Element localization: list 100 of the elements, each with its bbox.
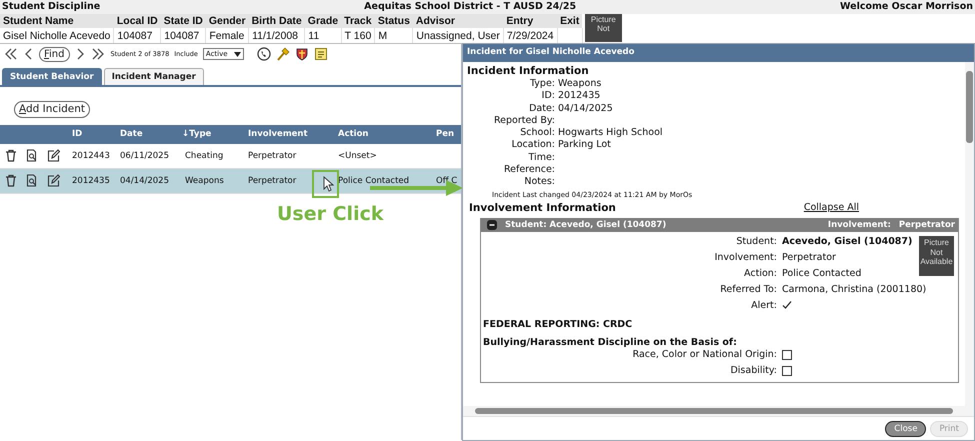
field-label: Student: — [736, 236, 777, 248]
add-incident-button[interactable]: Add Incident — [14, 100, 90, 118]
involvement-label: Involvement: — [828, 220, 891, 230]
field-label: Reference: — [504, 164, 555, 176]
table-cell: Gisel Nicholle Acevedo — [0, 28, 114, 43]
table-cell: 11 — [304, 28, 342, 43]
first-icon[interactable] — [3, 47, 19, 61]
column-header: Entry — [503, 14, 558, 28]
checkbox[interactable] — [782, 366, 792, 376]
field-label: Location: — [512, 139, 555, 150]
table-cell: 104087 — [114, 28, 161, 43]
field-label: Involvement: — [714, 252, 777, 264]
field-label: School: — [520, 127, 555, 138]
federal-heading: FEDERAL REPORTING: CRDC — [482, 318, 634, 332]
collapse-icon[interactable] — [487, 220, 497, 230]
field-value: Perpetrator — [782, 252, 836, 264]
basis-heading: Bullying/Harassment Discipline on the Basis of: — [482, 336, 738, 350]
section-heading: Involvement Information — [469, 202, 616, 214]
column-header: Track — [341, 14, 375, 28]
table-cell: <Unset> — [338, 150, 377, 160]
table-cell: Perpetrator — [248, 150, 296, 160]
view-icon[interactable] — [26, 174, 38, 187]
field-label: Type: — [530, 78, 555, 89]
field-label: Alert: — [751, 300, 777, 314]
column-header: State ID — [160, 14, 206, 28]
table-cell: Female — [206, 28, 249, 43]
annotation-label: User Click — [277, 203, 384, 225]
caret-icon — [234, 52, 241, 56]
emblem-icon[interactable] — [294, 47, 309, 61]
column-header: Gender — [206, 14, 249, 28]
highlight-box — [312, 170, 339, 198]
column-header: Pen — [436, 129, 454, 139]
involvement-student: Student: Acevedo, Gisel (104087) — [505, 220, 666, 230]
placeholder-text: Picture Not — [590, 15, 617, 34]
field-value: Acevedo, Gisel (104087) — [782, 236, 912, 248]
table-cell: 104087 — [160, 28, 206, 43]
last-icon[interactable] — [90, 47, 106, 61]
placeholder-text: Picture Not Available — [919, 238, 954, 266]
tab[interactable]: Incident Manager — [104, 68, 204, 85]
field-label: ID: — [542, 90, 555, 102]
notepad-icon[interactable] — [314, 47, 328, 61]
field-label: Time: — [528, 152, 555, 163]
field-value: Parking Lot — [558, 139, 611, 150]
table-cell: T 160 — [341, 28, 375, 43]
table-cell-text: Cheating — [184, 150, 224, 160]
dialog-title: Incident for Gisel Nicholle Acevedo — [463, 44, 974, 62]
field-value: 2012435 — [558, 90, 600, 102]
column-header: ID — [72, 129, 82, 139]
column-header: Birth Date — [248, 14, 305, 28]
field-value: Police Contacted — [782, 268, 862, 280]
field-label: Date: — [529, 102, 555, 114]
table-cell: 04/14/2025 — [120, 176, 169, 186]
vertical-scrollbar[interactable] — [965, 62, 974, 406]
field-label: Reported By: — [494, 114, 555, 126]
checkbox-label: Race, Color or National Origin: — [632, 349, 777, 360]
field-value: Weapons — [558, 78, 602, 89]
table-cell: Perpetrator — [248, 176, 296, 186]
field-value: Carmona, Christina (2001180) — [782, 284, 926, 296]
table-cell: 2012435 — [72, 176, 110, 186]
field-label: Notes: — [524, 176, 555, 188]
section-heading: Incident Information — [467, 65, 590, 77]
field-label: Referred To: — [720, 284, 777, 296]
column-header: Status — [374, 14, 413, 28]
table-cell: M — [374, 28, 413, 43]
checkbox[interactable] — [782, 350, 792, 360]
next-icon[interactable] — [74, 47, 84, 61]
welcome-text: Welcome Oscar Morrison — [840, 1, 973, 14]
delete-icon[interactable] — [5, 174, 17, 187]
table-cell: Police Contacted — [338, 176, 410, 186]
district-title: Aequitas School District - T AUSD 24/25 — [364, 1, 576, 14]
find-button[interactable]: Find — [39, 46, 70, 62]
edit-icon[interactable] — [47, 149, 60, 162]
column-header: Involvement — [248, 129, 308, 139]
column-header: Date — [120, 129, 143, 139]
column-header: Action — [338, 129, 368, 139]
column-header: ↓Type — [182, 129, 212, 139]
involvement-header[interactable]: Student: Acevedo, Gisel (104087) Involvement: Perpetrator — [481, 218, 958, 232]
delete-icon[interactable] — [5, 149, 17, 162]
table-cell: 06/11/2025 — [120, 150, 169, 160]
column-header: Student Name — [0, 14, 114, 28]
collapse-all-link[interactable]: Collapse All — [804, 202, 859, 214]
cursor-icon — [323, 176, 334, 192]
column-header: Advisor — [412, 14, 504, 28]
involvement-value: Perpetrator — [898, 220, 955, 230]
field-value: 04/14/2025 — [558, 102, 613, 114]
app-title: Student Discipline — [2, 1, 100, 14]
column-header: Grade — [304, 14, 342, 28]
table-cell-text: Weapons — [184, 176, 224, 186]
edit-icon[interactable] — [47, 174, 60, 187]
checkbox-label: Disability: — [730, 365, 777, 376]
previous-icon[interactable] — [24, 47, 34, 61]
column-header: Local ID — [114, 14, 161, 28]
view-icon[interactable] — [26, 149, 38, 162]
phone-icon[interactable] — [256, 47, 271, 61]
gavel-icon[interactable] — [276, 47, 290, 61]
table-cell: 2012443 — [72, 150, 110, 160]
horizontal-scrollbar[interactable] — [463, 406, 974, 417]
field-value: Hogwarts High School — [558, 127, 663, 138]
table-cell: 11/1/2008 — [248, 28, 305, 43]
tab[interactable]: Student Behavior — [2, 68, 102, 85]
